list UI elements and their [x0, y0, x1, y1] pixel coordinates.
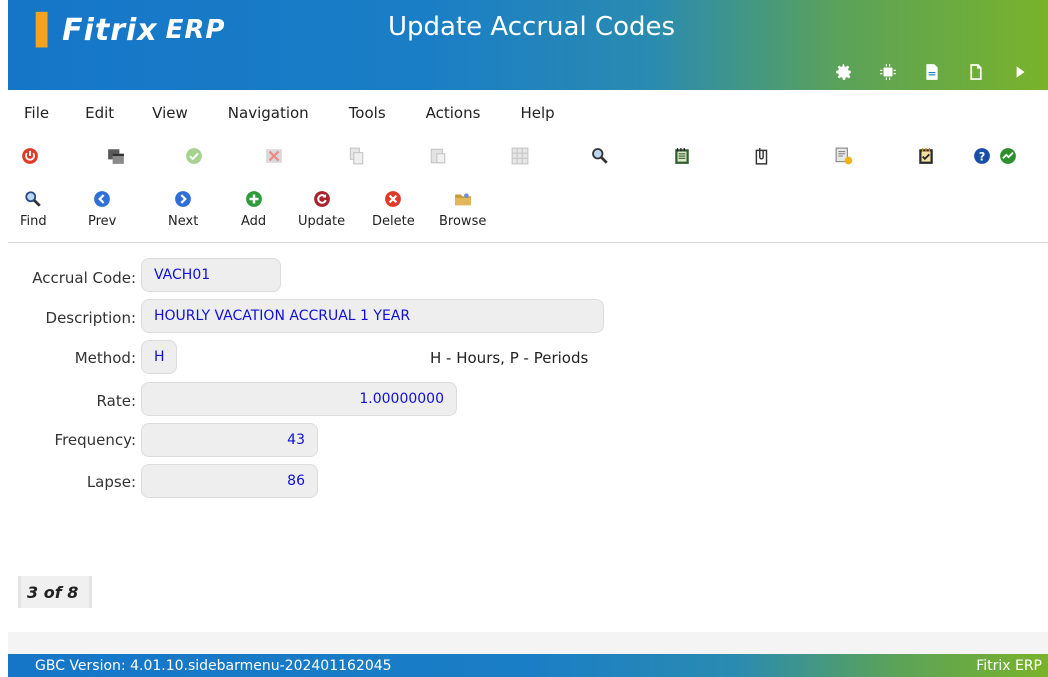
file-icon[interactable] — [954, 58, 998, 86]
help-icon[interactable]: ? — [972, 146, 992, 166]
add-button[interactable]: Add — [241, 190, 266, 229]
find-button[interactable]: Find — [20, 190, 47, 229]
arrow-right-icon — [174, 190, 192, 208]
copy-icon[interactable] — [346, 146, 366, 166]
next-button[interactable]: Next — [168, 190, 198, 229]
method-field[interactable]: H — [141, 340, 177, 374]
update-button[interactable]: Update — [298, 190, 345, 229]
method-hint: H - Hours, P - Periods — [430, 349, 589, 367]
description-field[interactable]: HOURLY VACATION ACCRUAL 1 YEAR — [141, 299, 604, 333]
frequency-field[interactable]: 43 — [141, 423, 318, 457]
lapse-field[interactable]: 86 — [141, 464, 318, 498]
menu-navigation[interactable]: Navigation — [188, 104, 309, 122]
refresh-icon — [313, 190, 331, 208]
document-icon[interactable] — [910, 58, 954, 86]
plus-icon — [245, 190, 263, 208]
window-icon[interactable] — [106, 146, 126, 166]
page-title: Update Accrual Codes — [388, 12, 676, 42]
accrual-code-field[interactable]: VACH01 — [141, 258, 281, 292]
chart-icon[interactable] — [998, 146, 1018, 166]
rate-label: Rate: — [96, 392, 136, 410]
fitrix-logo: ▌ Fitrix ERP — [36, 12, 226, 48]
power-icon[interactable] — [20, 146, 40, 166]
menu-actions[interactable]: Actions — [386, 104, 481, 122]
prev-button[interactable]: Prev — [88, 190, 116, 229]
clip-icon[interactable] — [752, 146, 772, 166]
magnifier-icon — [24, 190, 42, 208]
record-position: 3 of 8 — [18, 576, 92, 608]
method-label: Method: — [74, 349, 136, 367]
menu-tools[interactable]: Tools — [309, 104, 386, 122]
rate-field[interactable]: 1.00000000 — [141, 382, 457, 416]
notebook-icon[interactable] — [672, 146, 692, 166]
menu-file[interactable]: File — [12, 104, 49, 122]
x-circle-icon — [384, 190, 402, 208]
toolbar — [8, 142, 1048, 170]
zoom-icon[interactable] — [590, 146, 610, 166]
frequency-label: Frequency: — [54, 431, 136, 449]
browse-button[interactable]: Browse — [439, 190, 486, 229]
report-icon[interactable] — [834, 146, 854, 166]
app-name-text: Fitrix ERP — [976, 657, 1042, 674]
checklist-icon[interactable] — [916, 146, 936, 166]
paste-icon[interactable] — [428, 146, 448, 166]
menu-view[interactable]: View — [114, 104, 188, 122]
chip-icon[interactable] — [866, 58, 910, 86]
menu-help[interactable]: Help — [480, 104, 554, 122]
bottom-strip — [8, 632, 1048, 654]
divider — [8, 242, 1048, 243]
status-bar: GBC Version: 4.01.10.sidebarmenu-2024011… — [8, 654, 1048, 677]
description-label: Description: — [45, 309, 136, 327]
accrual-code-label: Accrual Code: — [32, 269, 136, 287]
cancel-icon[interactable] — [264, 146, 284, 166]
folder-icon — [454, 190, 472, 208]
grid-icon[interactable] — [510, 146, 530, 166]
menu-edit[interactable]: Edit — [49, 104, 114, 122]
play-icon[interactable] — [998, 58, 1042, 86]
check-icon[interactable] — [184, 146, 204, 166]
svg-text:?: ? — [979, 151, 986, 164]
lapse-label: Lapse: — [86, 473, 136, 491]
menu-bar: File Edit View Navigation Tools Actions … — [8, 98, 1048, 128]
header-icon-bar — [822, 58, 1042, 86]
arrow-left-icon — [93, 190, 111, 208]
gear-icon[interactable] — [822, 58, 866, 86]
delete-button[interactable]: Delete — [372, 190, 415, 229]
version-text: GBC Version: 4.01.10.sidebarmenu-2024011… — [35, 657, 392, 674]
app-header: ▌ Fitrix ERP Update Accrual Codes — [8, 0, 1048, 90]
